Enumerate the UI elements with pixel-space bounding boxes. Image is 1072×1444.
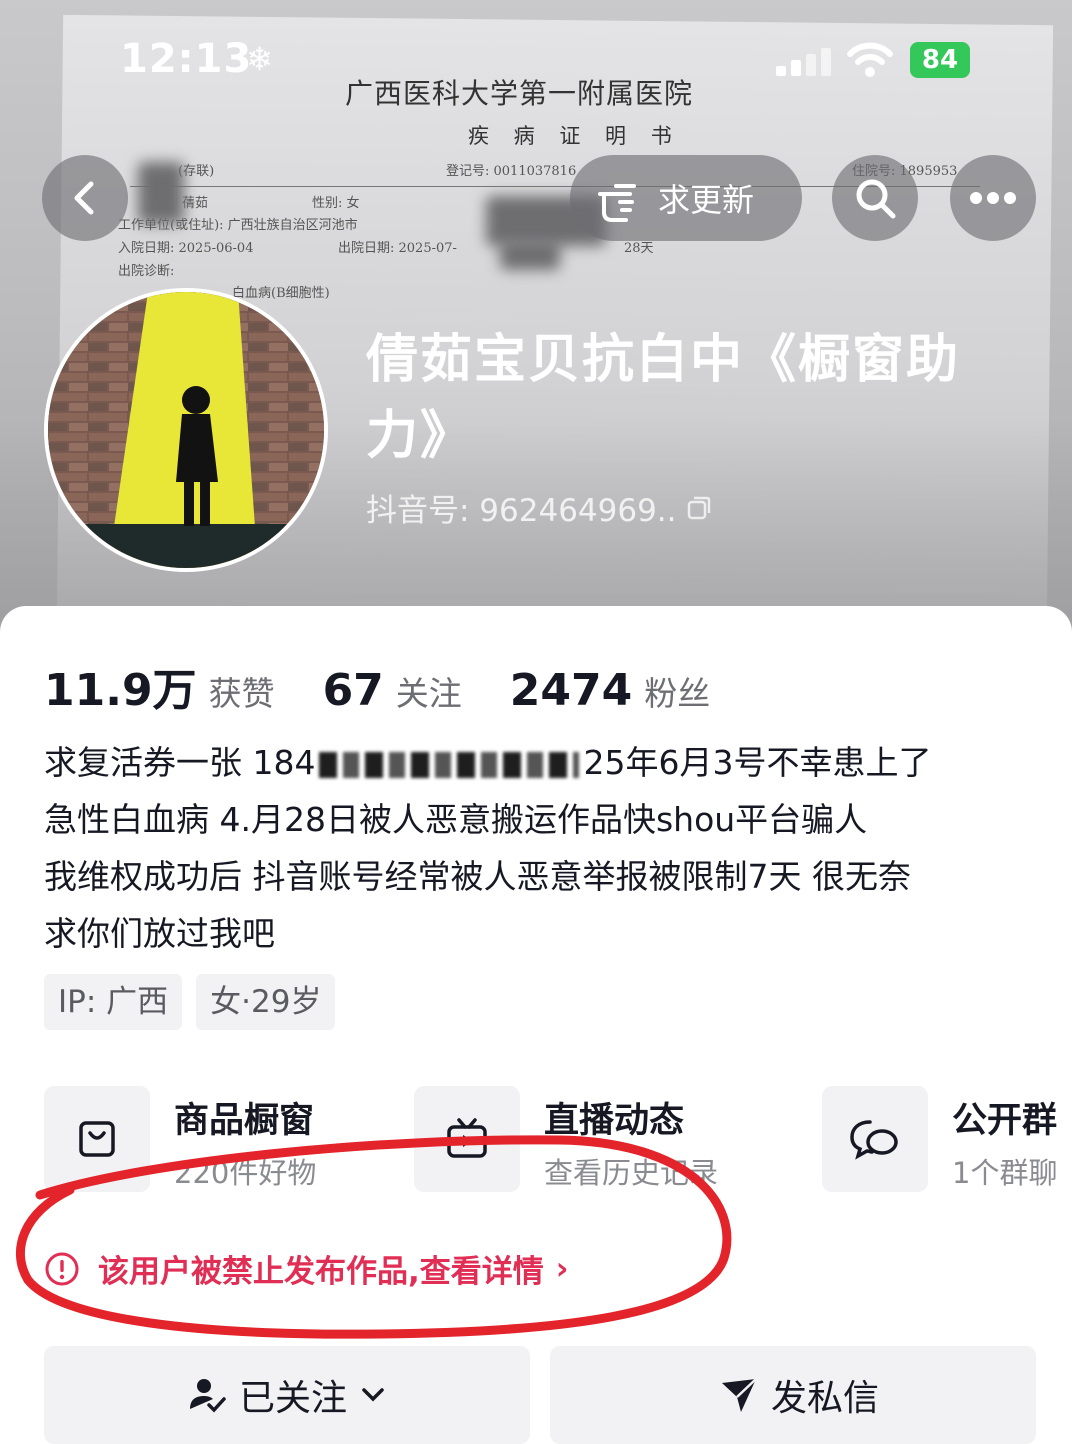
likes-label: 获赞 [208, 674, 275, 713]
avatar-image [48, 292, 324, 568]
certificate-title: 疾 病 证 明 书 [468, 124, 681, 148]
redaction-blur [138, 162, 184, 224]
patient-gender: 性别: 女 [312, 196, 360, 211]
shop-window-subtitle: 220件好物 [174, 1156, 317, 1190]
profile-title: 倩茹宝贝抗白中《橱窗助力》 [366, 330, 961, 466]
avatar[interactable] [44, 288, 328, 572]
follow-status-label: 已关注 [238, 1378, 347, 1419]
profile-card: 11.9万 获赞 67 关注 2474 粉丝 求复活券一张 184 25年6月3号… [0, 606, 1072, 1444]
posting-ban-text: 该用户被禁止发布作品,查看详情 [98, 1254, 544, 1290]
send-icon [721, 1378, 757, 1412]
followers-count[interactable]: 2474 [510, 665, 632, 716]
tv-play-icon [414, 1086, 520, 1192]
more-button[interactable] [950, 155, 1036, 241]
redaction-blur [500, 240, 560, 270]
search-icon [856, 179, 896, 219]
request-update-label: 求更新 [658, 181, 755, 219]
copy-icon[interactable] [685, 494, 713, 522]
registration-number: 登记号: 0011037816 [446, 164, 577, 179]
followers-label: 粉丝 [644, 674, 711, 713]
bio-line: 求复活券一张 184 [44, 743, 316, 782]
likes-count[interactable]: 11.9万 [44, 654, 197, 718]
cellular-signal-icon [776, 48, 831, 76]
live-activity-title: 直播动态 [544, 1101, 685, 1141]
redaction-blur [319, 751, 580, 778]
status-bar: 12:13 ❄ 84 [0, 0, 1072, 110]
more-icon [970, 192, 1016, 204]
action-buttons: 已关注 发私信 [44, 1346, 1036, 1444]
following-label: 关注 [395, 674, 462, 713]
battery-indicator: 84 [910, 42, 970, 78]
public-group-subtitle: 1个群聊 [952, 1156, 1058, 1190]
bio-line: 急性白血病 4.月28日被人恶意搬运作品快shou平台骗人 [44, 800, 868, 839]
request-update-button[interactable]: 求更新 [570, 155, 802, 241]
diagnosis-label: 出院诊断: [118, 264, 175, 279]
admit-date: 入院日期: 2025-06-04 [118, 241, 254, 256]
chevron-right-icon: › [555, 1250, 569, 1287]
snowflake-icon: ❄ [246, 40, 273, 78]
chevron-left-icon [74, 181, 94, 215]
posting-ban-notice[interactable]: 该用户被禁止发布作品,查看详情 › [44, 1246, 569, 1291]
person-check-icon [189, 1379, 226, 1413]
patient-name-fragment: 蒨茹 [182, 196, 209, 211]
shopping-bag-icon [44, 1086, 150, 1192]
public-group-title: 公开群 [952, 1101, 1058, 1141]
douyin-id-text: 抖音号: 962464969.. [366, 493, 677, 529]
send-message-label: 发私信 [770, 1378, 879, 1419]
search-button[interactable] [832, 155, 918, 241]
wifi-icon [847, 42, 893, 77]
hand-pointer-icon [598, 184, 636, 222]
shop-window-title: 商品橱窗 [174, 1101, 315, 1141]
chevron-down-icon [362, 1388, 384, 1402]
stats-row: 11.9万 获赞 67 关注 2474 粉丝 [44, 654, 758, 718]
chat-bubbles-icon [822, 1086, 928, 1192]
send-message-button[interactable]: 发私信 [550, 1346, 1036, 1444]
gender-age-tag: 女·29岁 [196, 974, 336, 1030]
bio-line: 求你们放过我吧 [44, 914, 275, 953]
profile-tags: IP: 广西 女·29岁 [44, 974, 349, 1030]
bio: 求复活券一张 184 25年6月3号不幸患上了 急性白血病 4.月28日被人恶意搬… [44, 734, 1044, 962]
diagnosis: 白血病(B细胞性) [232, 286, 330, 301]
back-button[interactable] [42, 155, 128, 241]
live-activity-subtitle: 查看历史记录 [544, 1156, 719, 1190]
douyin-id[interactable]: 抖音号: 962464969.. [366, 485, 713, 530]
following-count[interactable]: 67 [323, 665, 384, 716]
ip-location-tag: IP: 广西 [44, 974, 183, 1030]
follow-status-button[interactable]: 已关注 [44, 1346, 530, 1444]
alert-circle-icon [45, 1252, 79, 1285]
bio-line: 我维权成功后 抖音账号经常被人恶意举报被限制7天 很无奈 [44, 857, 911, 896]
clock: 12:13 [120, 36, 253, 82]
bio-line: 25年6月3号不幸患上了 [583, 743, 932, 782]
discharge-date: 出院日期: 2025-07- [338, 241, 457, 256]
